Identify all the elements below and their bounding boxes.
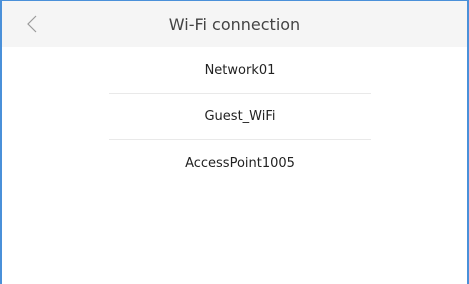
network-list: Network01 Guest_WiFi AccessPoint1005 bbox=[109, 48, 371, 186]
network-item[interactable]: Guest_WiFi bbox=[109, 94, 371, 140]
chevron-left-icon bbox=[27, 15, 37, 33]
wifi-screen: Wi-Fi connection Network01 Guest_WiFi Ac… bbox=[0, 0, 469, 284]
back-button[interactable] bbox=[16, 1, 48, 47]
header-bar: Wi-Fi connection bbox=[2, 1, 467, 47]
network-item[interactable]: AccessPoint1005 bbox=[109, 140, 371, 186]
network-item[interactable]: Network01 bbox=[109, 48, 371, 94]
page-title: Wi-Fi connection bbox=[168, 14, 301, 34]
